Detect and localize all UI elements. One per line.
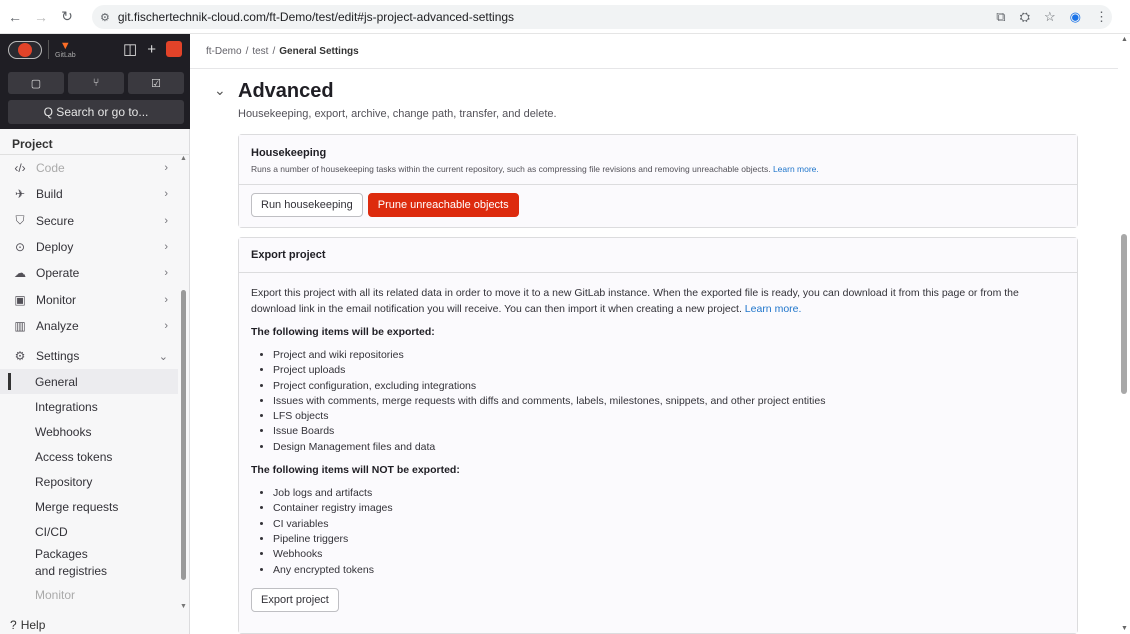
export-title: Export project	[239, 238, 1077, 273]
list-item: Any encrypted tokens	[273, 563, 1065, 578]
sidebar-item-analyze[interactable]: ▥ Analyze ›	[0, 313, 178, 339]
export-description: Export this project with all its related…	[251, 287, 1019, 315]
browser-menu-icon[interactable]: ⋮	[1095, 9, 1108, 25]
sidebar-sub-packages[interactable]: Packages and registries	[0, 544, 178, 582]
list-item: Webhooks	[273, 547, 1065, 562]
profile-icon[interactable]: ◉	[1070, 9, 1081, 25]
breadcrumb-current[interactable]: General Settings	[279, 46, 358, 57]
export-project-button[interactable]: Export project	[251, 587, 339, 612]
sidebar-item-secure[interactable]: ⛉ Secure ›	[0, 208, 178, 234]
project-avatar-icon[interactable]	[166, 41, 182, 57]
housekeeping-card: Housekeeping Runs a number of housekeepi…	[238, 134, 1078, 228]
chevron-right-icon: ›	[164, 214, 168, 227]
forward-icon[interactable]: →	[30, 6, 52, 28]
monitor-icon: ▣	[14, 292, 26, 307]
section-title: Advanced	[238, 80, 334, 102]
sidebar-top: ▼ GitLab ◫ + ▢ ⑂ ☑ Q Search or go to...	[0, 34, 190, 129]
chevron-down-icon[interactable]: ⌄	[214, 82, 226, 99]
exported-heading: The following items will be exported:	[251, 326, 435, 338]
page-scrollbar[interactable]: ▲ ▼	[1118, 34, 1130, 634]
todos-button[interactable]: ☑	[128, 72, 184, 94]
sidebar-item-build[interactable]: ✈ Build ›	[0, 181, 178, 207]
not-exported-heading: The following items will NOT be exported…	[251, 464, 460, 477]
chevron-right-icon: ›	[164, 267, 168, 280]
sidebar-item-monitor[interactable]: ▣ Monitor ›	[0, 286, 178, 312]
list-item: CI variables	[273, 517, 1065, 532]
shield-icon: ⛉	[15, 213, 25, 228]
chevron-right-icon: ›	[164, 162, 168, 175]
cloud-icon: ☁	[14, 266, 26, 281]
list-item: Project configuration, excluding integra…	[273, 379, 1065, 394]
address-bar[interactable]: ⚙ git.fischertechnik-cloud.com/ft-Demo/t…	[92, 5, 1112, 29]
list-item: Issue Boards	[273, 424, 1065, 439]
sidebar-sub-repository[interactable]: Repository	[0, 469, 178, 494]
cast-icon[interactable]: ⧉	[996, 9, 1005, 25]
list-item: Design Management files and data	[273, 440, 1065, 455]
sidebar-sub-integrations[interactable]: Integrations	[0, 394, 178, 419]
export-learn-more-link[interactable]: Learn more.	[745, 303, 802, 315]
list-item: Project uploads	[273, 363, 1065, 378]
list-item: Issues with comments, merge requests wit…	[273, 394, 1065, 409]
browser-toolbar: ← → ↻ ⚙ git.fischertechnik-cloud.com/ft-…	[0, 0, 1130, 34]
sidebar-sub-access-tokens[interactable]: Access tokens	[0, 444, 178, 469]
housekeeping-description: Runs a number of housekeeping tasks with…	[251, 164, 771, 174]
housekeeping-learn-more-link[interactable]: Learn more.	[773, 164, 819, 174]
sidebar-sub-merge-requests[interactable]: Merge requests	[0, 494, 178, 519]
gear-icon: ⚙	[14, 349, 26, 364]
exported-list: Project and wiki repositories Project up…	[273, 348, 1065, 455]
reload-icon[interactable]: ↻	[56, 6, 78, 28]
sidebar-sub-general[interactable]: General	[0, 369, 178, 395]
sidebar-menu: ‹/› Code › ✈ Build › ⛉ Secure › ⊙ Deploy › ☁ Oper…	[0, 155, 178, 607]
main-content: ft-Demo / test / General Settings ⌄ Advanced…	[190, 34, 1118, 634]
bookmark-star-icon[interactable]: ☆	[1044, 9, 1056, 25]
sidebar-section-title: Project	[0, 129, 190, 155]
url-text: git.fischertechnik-cloud.com/ft-Demo/tes…	[117, 10, 515, 24]
sidebar-item-deploy[interactable]: ⊙ Deploy ›	[0, 234, 178, 260]
section-description: Housekeeping, export, archive, change pa…	[238, 108, 557, 120]
list-item: Project and wiki repositories	[273, 348, 1065, 363]
sidebar-item-code[interactable]: ‹/› Code ›	[0, 155, 178, 181]
code-icon: ‹/›	[14, 161, 26, 176]
deploy-icon: ⊙	[14, 240, 26, 255]
sidebar-scrollbar[interactable]: ▲ ▼	[180, 155, 188, 610]
search-button[interactable]: Q Search or go to...	[8, 100, 184, 124]
export-card: Export project Export this project with …	[238, 237, 1078, 634]
sidebar-sub-ci-cd[interactable]: CI/CD	[0, 519, 178, 544]
sidebar: ▼ GitLab ◫ + ▢ ⑂ ☑ Q Search or go to... P…	[0, 34, 190, 634]
chevron-down-icon: ⌄	[158, 350, 168, 363]
rocket-icon: ✈	[14, 187, 26, 202]
chevron-right-icon: ›	[164, 319, 168, 332]
breadcrumb-project[interactable]: test	[252, 46, 268, 57]
chevron-right-icon: ›	[164, 241, 168, 254]
help-button[interactable]: ? Help	[10, 618, 45, 632]
sidebar-sub-webhooks[interactable]: Webhooks	[0, 419, 178, 444]
list-item: Job logs and artifacts	[273, 486, 1065, 501]
breadcrumb: ft-Demo / test / General Settings	[206, 46, 359, 57]
breadcrumb-group[interactable]: ft-Demo	[206, 46, 242, 57]
issues-button[interactable]: ▢	[8, 72, 64, 94]
housekeeping-title: Housekeeping	[251, 147, 327, 159]
collapse-sidebar-icon[interactable]: ◫	[123, 40, 137, 58]
translate-icon[interactable]: ⛭	[1020, 9, 1030, 25]
run-housekeeping-button[interactable]: Run housekeeping	[251, 193, 363, 217]
sidebar-item-operate[interactable]: ☁ Operate ›	[0, 260, 178, 286]
help-icon: ?	[10, 618, 17, 632]
back-icon[interactable]: ←	[4, 6, 26, 28]
user-avatar[interactable]	[8, 40, 42, 59]
chevron-right-icon: ›	[164, 293, 168, 306]
list-item: Pipeline triggers	[273, 532, 1065, 547]
prune-objects-button[interactable]: Prune unreachable objects	[367, 193, 519, 217]
list-item: Container registry images	[273, 501, 1065, 516]
gitlab-logo[interactable]: ▼ GitLab	[48, 40, 76, 59]
not-exported-list: Job logs and artifacts Container registr…	[273, 486, 1065, 578]
chevron-right-icon: ›	[164, 188, 168, 201]
sidebar-item-settings[interactable]: ⚙ Settings ⌄	[0, 343, 178, 369]
chart-icon: ▥	[14, 318, 26, 333]
new-item-icon[interactable]: +	[147, 41, 156, 58]
list-item: LFS objects	[273, 409, 1065, 424]
site-info-icon[interactable]: ⚙	[100, 11, 110, 24]
merge-requests-button[interactable]: ⑂	[68, 72, 124, 94]
sidebar-sub-monitor[interactable]: Monitor	[0, 582, 178, 607]
